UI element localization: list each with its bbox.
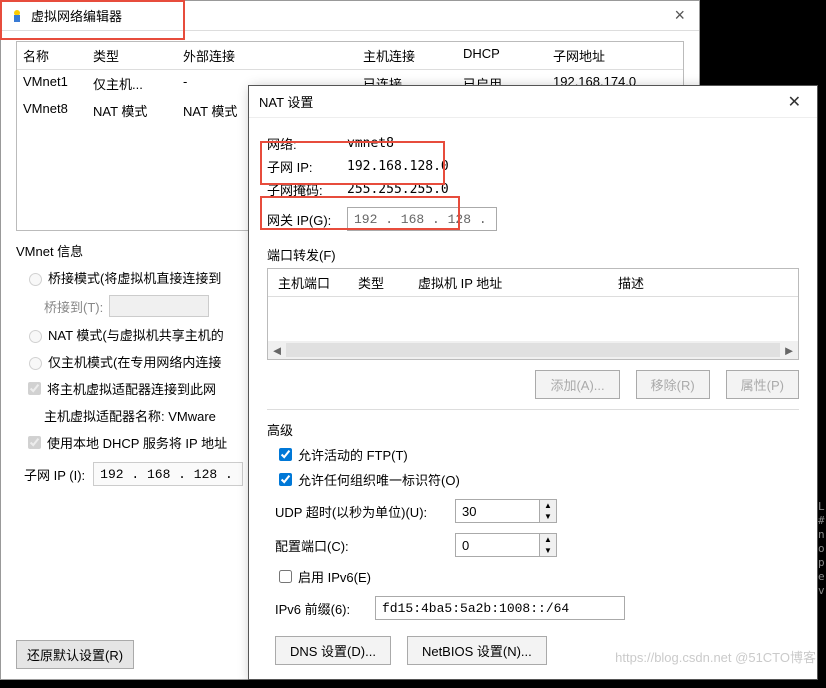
radio-nat[interactable] xyxy=(29,330,42,343)
ipv6-prefix-input[interactable] xyxy=(375,596,625,620)
radio-bridge[interactable] xyxy=(29,273,42,286)
allow-org-oui-check[interactable]: 允许任何组织唯一标识符(O) xyxy=(275,470,799,489)
bridge-to-label: 桥接到(T): xyxy=(44,297,103,316)
checkbox-org[interactable] xyxy=(279,473,292,486)
close-icon[interactable]: ✕ xyxy=(782,92,807,112)
network-value: vmnet8 xyxy=(347,136,394,151)
subnet-mask-value: 255.255.255.0 xyxy=(347,182,449,197)
col-vm-ip: 虚拟机 IP 地址 xyxy=(418,273,618,292)
checkbox-ftp[interactable] xyxy=(279,448,292,461)
config-port-spinner[interactable]: ▲▼ xyxy=(455,533,557,557)
col-type: 类型 xyxy=(93,46,183,65)
advanced-label: 高级 xyxy=(267,420,799,439)
checkbox-connect[interactable] xyxy=(28,382,41,395)
config-port-label: 配置端口(C): xyxy=(275,536,455,555)
checkbox-ipv6[interactable] xyxy=(279,570,292,583)
port-forwarding-table: 主机端口 类型 虚拟机 IP 地址 描述 ◄ ► xyxy=(267,268,799,360)
spinner-up-icon[interactable]: ▲ xyxy=(540,534,556,545)
scroll-left-icon[interactable]: ◄ xyxy=(268,343,286,358)
nat-title-text: NAT 设置 xyxy=(259,92,313,111)
network-label: 网络: xyxy=(267,134,347,153)
scroll-right-icon[interactable]: ► xyxy=(780,343,798,358)
gateway-ip-input[interactable] xyxy=(347,207,497,231)
col-ext: 外部连接 xyxy=(183,46,363,65)
udp-timeout-spinner[interactable]: ▲▼ xyxy=(455,499,557,523)
terminal-chars: L # n o p e v xyxy=(818,500,826,598)
app-icon xyxy=(9,8,25,24)
scroll-track[interactable] xyxy=(286,343,780,357)
col-host-port: 主机端口 xyxy=(278,273,358,292)
parent-titlebar: 虚拟网络编辑器 × xyxy=(1,1,699,31)
subnet-ip-value: 192.168.128.0 xyxy=(347,159,449,174)
properties-button[interactable]: 属性(P) xyxy=(726,370,799,399)
subnet-ip-label: 子网 IP: xyxy=(267,157,347,176)
ipv6-prefix-label: IPv6 前缀(6): xyxy=(275,599,375,618)
horizontal-scrollbar[interactable]: ◄ ► xyxy=(268,341,798,359)
adapter-name-label: 主机虚拟适配器名称: VMware xyxy=(44,406,216,425)
col-type: 类型 xyxy=(358,273,418,292)
col-sub: 子网地址 xyxy=(553,46,677,65)
port-forwarding-label: 端口转发(F) xyxy=(267,245,799,264)
nat-titlebar: NAT 设置 ✕ xyxy=(249,86,817,118)
allow-ftp-check[interactable]: 允许活动的 FTP(T) xyxy=(275,445,799,464)
dns-settings-button[interactable]: DNS 设置(D)... xyxy=(275,636,391,665)
spinner-down-icon[interactable]: ▼ xyxy=(540,511,556,522)
add-button[interactable]: 添加(A)... xyxy=(535,370,619,399)
col-host: 主机连接 xyxy=(363,46,463,65)
close-icon[interactable]: × xyxy=(668,5,691,26)
networks-table-header: 名称 类型 外部连接 主机连接 DHCP 子网地址 xyxy=(17,42,683,70)
config-port-input[interactable] xyxy=(455,533,540,557)
col-dhcp: DHCP xyxy=(463,46,553,65)
udp-timeout-input[interactable] xyxy=(455,499,540,523)
subnet-mask-label: 子网掩码: xyxy=(267,180,347,199)
watermark-text: https://blog.csdn.net @51CTO博客 xyxy=(615,647,816,666)
subnet-ip-input[interactable] xyxy=(93,462,243,486)
col-desc: 描述 xyxy=(618,273,788,292)
col-name: 名称 xyxy=(23,46,93,65)
restore-defaults-button[interactable]: 还原默认设置(R) xyxy=(16,640,134,669)
spinner-down-icon[interactable]: ▼ xyxy=(540,545,556,556)
remove-button[interactable]: 移除(R) xyxy=(636,370,710,399)
netbios-settings-button[interactable]: NetBIOS 设置(N)... xyxy=(407,636,547,665)
checkbox-dhcp[interactable] xyxy=(28,436,41,449)
gateway-ip-label: 网关 IP(G): xyxy=(267,210,347,229)
spinner-up-icon[interactable]: ▲ xyxy=(540,500,556,511)
subnet-ip-label: 子网 IP (I): xyxy=(24,465,85,484)
bridge-to-select[interactable] xyxy=(109,295,209,317)
parent-title-text: 虚拟网络编辑器 xyxy=(31,6,122,25)
enable-ipv6-check[interactable]: 启用 IPv6(E) xyxy=(275,567,799,586)
radio-host[interactable] xyxy=(29,357,42,370)
udp-timeout-label: UDP 超时(以秒为单位)(U): xyxy=(275,502,455,521)
nat-settings-dialog: NAT 设置 ✕ 网络:vmnet8 子网 IP:192.168.128.0 子… xyxy=(248,85,818,680)
